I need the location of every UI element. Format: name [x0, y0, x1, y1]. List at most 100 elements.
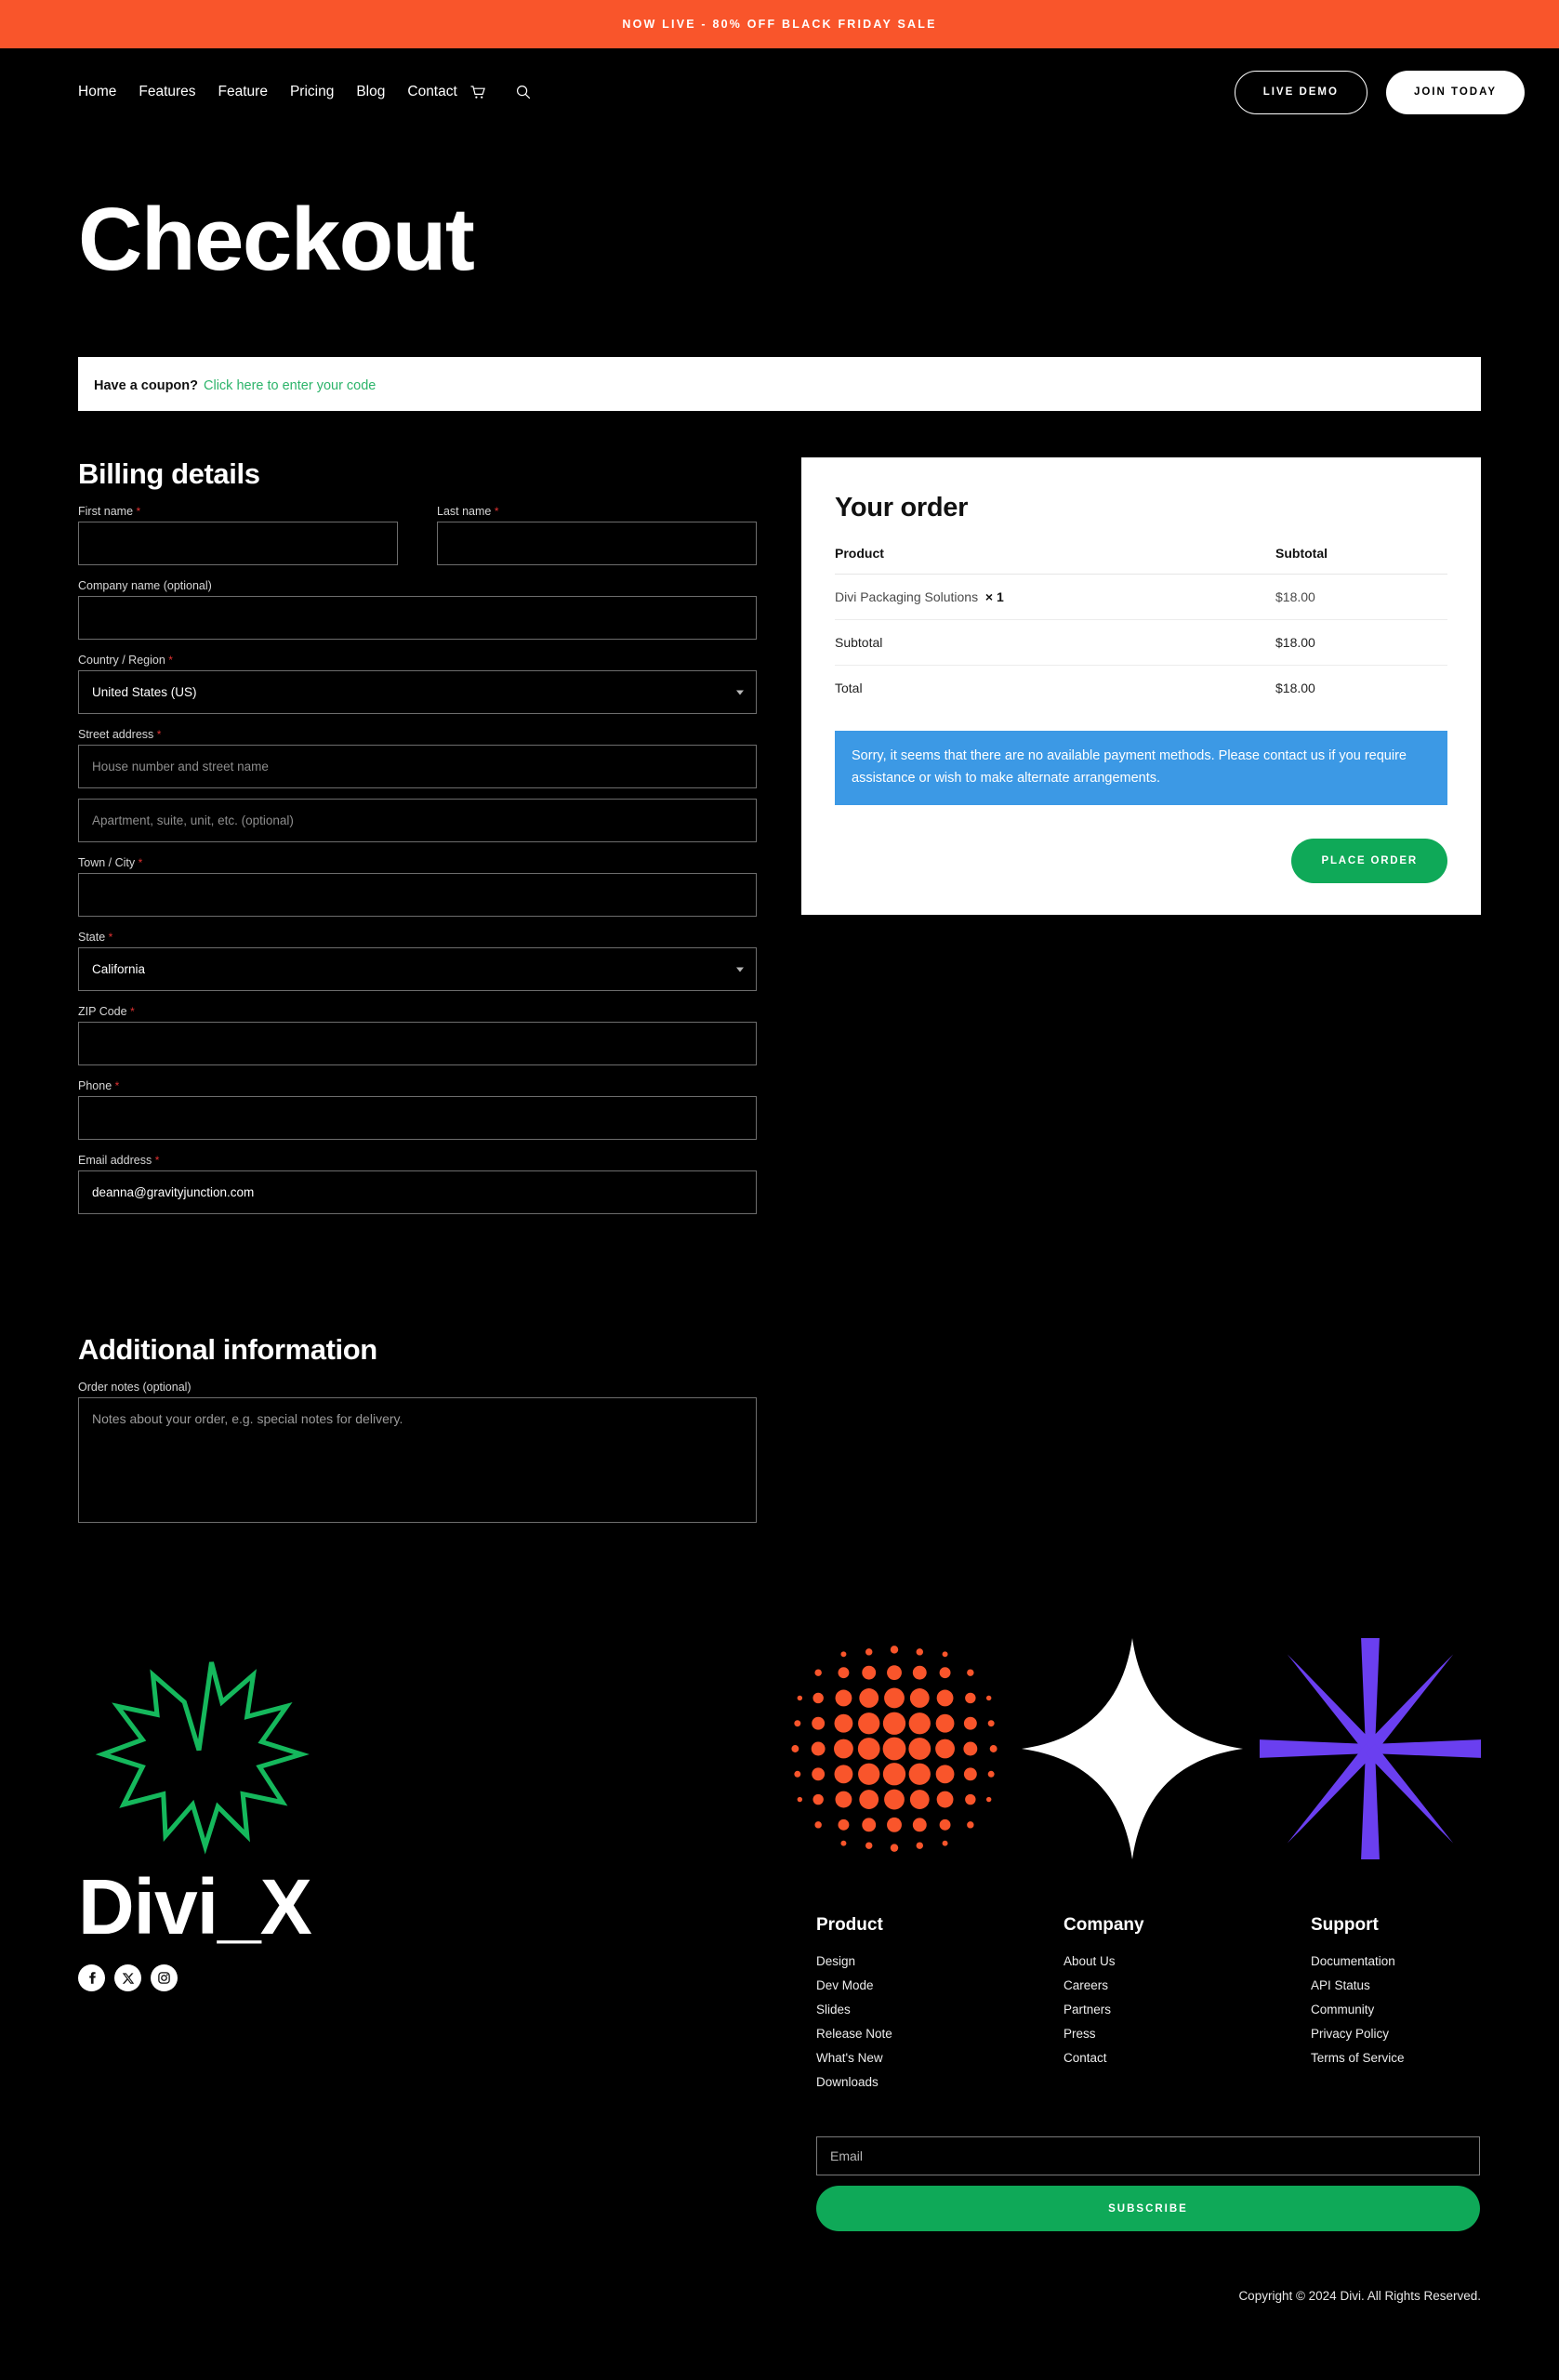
- required-marker: *: [108, 931, 113, 944]
- phone-field-group: Phone *: [78, 1079, 757, 1140]
- shopping-cart-icon[interactable]: [470, 85, 486, 99]
- facebook-icon[interactable]: [78, 1964, 105, 1991]
- email-field[interactable]: [78, 1170, 757, 1214]
- email-field-group: Email address *: [78, 1154, 757, 1214]
- additional-information-section: Additional information Order notes (opti…: [78, 1333, 757, 1527]
- country-select[interactable]: [78, 670, 757, 714]
- search-icon[interactable]: [516, 85, 531, 99]
- city-field-group: Town / City *: [78, 856, 757, 917]
- footer-link-dev-mode[interactable]: Dev Mode: [816, 1978, 1064, 1992]
- social-links: [78, 1964, 469, 1991]
- table-row-total: Total $18.00: [835, 666, 1447, 711]
- required-marker: *: [168, 654, 173, 667]
- phone-label: Phone *: [78, 1079, 120, 1092]
- place-order-button[interactable]: PLACE ORDER: [1291, 838, 1447, 883]
- street-address-2-input[interactable]: [78, 799, 757, 842]
- footer-link-whats-new[interactable]: What's New: [816, 2051, 1064, 2065]
- nav-item-features[interactable]: Features: [139, 84, 195, 100]
- coupon-link[interactable]: Click here to enter your code: [204, 378, 376, 393]
- payment-methods-notice: Sorry, it seems that there are no availa…: [835, 731, 1447, 805]
- last-name-field-group: Last name *: [437, 505, 757, 565]
- subscribe-button[interactable]: SUBSCRIBE: [816, 2186, 1480, 2231]
- country-field-group: Country / Region *: [78, 654, 757, 714]
- order-summary-heading: Your order: [835, 493, 969, 522]
- additional-information-heading: Additional information: [78, 1333, 377, 1366]
- coupon-label: Have a coupon?: [94, 377, 198, 393]
- header-actions: LIVE DEMO JOIN TODAY: [1234, 70, 1525, 114]
- nav-item-home[interactable]: Home: [78, 84, 116, 100]
- required-marker: *: [114, 1079, 120, 1092]
- city-label: Town / City *: [78, 856, 143, 869]
- checkout-page: NOW LIVE - 80% OFF BLACK FRIDAY SALE Hom…: [0, 0, 1559, 2380]
- nav-item-blog[interactable]: Blog: [356, 84, 385, 100]
- company-input[interactable]: [78, 596, 757, 640]
- footer-link-press[interactable]: Press: [1064, 2027, 1311, 2041]
- total-value: $18.00: [1275, 681, 1315, 695]
- required-marker: *: [138, 856, 143, 869]
- city-input[interactable]: [78, 873, 757, 917]
- company-label: Company name (optional): [78, 579, 212, 592]
- order-notes-label: Order notes (optional): [78, 1381, 192, 1394]
- country-label: Country / Region *: [78, 654, 173, 667]
- footer-link-slides[interactable]: Slides: [816, 2003, 1064, 2016]
- footer-link-documentation[interactable]: Documentation: [1311, 1954, 1558, 1968]
- order-item-subtotal: $18.00: [1275, 574, 1447, 620]
- nav-item-pricing[interactable]: Pricing: [290, 84, 334, 100]
- state-select-wrapper: [78, 947, 757, 991]
- footer-link-privacy-policy[interactable]: Privacy Policy: [1311, 2027, 1558, 2041]
- announcement-bar: NOW LIVE - 80% OFF BLACK FRIDAY SALE: [0, 0, 1559, 48]
- footer-link-contact[interactable]: Contact: [1064, 2051, 1311, 2065]
- first-name-field-group: First name *: [78, 505, 398, 565]
- order-item-name: Divi Packaging Solutions × 1: [835, 574, 1275, 620]
- last-name-input[interactable]: [437, 522, 757, 565]
- footer-decorative-graphics: [779, 1633, 1486, 1864]
- street-address-label: Street address *: [78, 728, 162, 741]
- first-name-label: First name *: [78, 505, 141, 518]
- order-item-qty: × 1: [984, 589, 1004, 604]
- order-summary-panel: Your order Product Subtotal Divi Packagi…: [801, 457, 1481, 915]
- footer-link-design[interactable]: Design: [816, 1954, 1064, 1968]
- table-header-row: Product Subtotal: [835, 546, 1447, 575]
- order-notes-field-group: Order notes (optional): [78, 1381, 757, 1527]
- state-label: State *: [78, 931, 113, 944]
- coupon-bar: Have a coupon? Click here to enter your …: [78, 357, 1481, 411]
- footer-link-downloads[interactable]: Downloads: [816, 2075, 1064, 2089]
- country-select-wrapper: [78, 670, 757, 714]
- street-address-input[interactable]: [78, 745, 757, 788]
- copyright-text: Copyright © 2024 Divi. All Rights Reserv…: [1238, 2289, 1481, 2303]
- orange-halftone-dots-graphic: [791, 1646, 997, 1852]
- nav-item-feature[interactable]: Feature: [218, 84, 268, 100]
- footer-link-api-status[interactable]: API Status: [1311, 1978, 1558, 1992]
- footer-link-careers[interactable]: Careers: [1064, 1978, 1311, 1992]
- footer-heading-company: Company: [1064, 1915, 1144, 1935]
- footer-link-community[interactable]: Community: [1311, 2003, 1558, 2016]
- zip-input[interactable]: [78, 1022, 757, 1065]
- nav-item-contact[interactable]: Contact: [407, 84, 456, 100]
- place-order-row: PLACE ORDER: [835, 838, 1447, 883]
- newsletter-email-input[interactable]: [816, 2136, 1480, 2175]
- footer-link-terms-of-service[interactable]: Terms of Service: [1311, 2051, 1558, 2065]
- footer-heading-support: Support: [1311, 1915, 1379, 1935]
- subtotal-label: Subtotal: [835, 619, 1275, 666]
- required-marker: *: [156, 728, 162, 741]
- zip-field-group: ZIP Code *: [78, 1005, 757, 1065]
- live-demo-button[interactable]: LIVE DEMO: [1234, 70, 1367, 114]
- instagram-icon[interactable]: [151, 1964, 178, 1991]
- primary-nav: Home Features Feature Pricing Blog Conta…: [78, 84, 531, 100]
- zip-label: ZIP Code *: [78, 1005, 135, 1018]
- footer-link-about-us[interactable]: About Us: [1064, 1954, 1311, 1968]
- last-name-label: Last name *: [437, 505, 499, 518]
- x-twitter-icon[interactable]: [114, 1964, 141, 1991]
- first-name-input[interactable]: [78, 522, 398, 565]
- join-today-button[interactable]: JOIN TODAY: [1385, 70, 1525, 114]
- white-four-point-star-graphic: [1021, 1637, 1244, 1860]
- footer-link-partners[interactable]: Partners: [1064, 2003, 1311, 2016]
- state-select[interactable]: [78, 947, 757, 991]
- footer-column-support: Support Documentation API Status Communi…: [1311, 1915, 1558, 2099]
- billing-details-heading: Billing details: [78, 457, 260, 490]
- newsletter-subscribe: SUBSCRIBE: [816, 2136, 1480, 2231]
- order-notes-textarea[interactable]: [78, 1397, 757, 1523]
- footer-link-release-note[interactable]: Release Note: [816, 2027, 1064, 2041]
- phone-input[interactable]: [78, 1096, 757, 1140]
- email-label: Email address *: [78, 1154, 160, 1167]
